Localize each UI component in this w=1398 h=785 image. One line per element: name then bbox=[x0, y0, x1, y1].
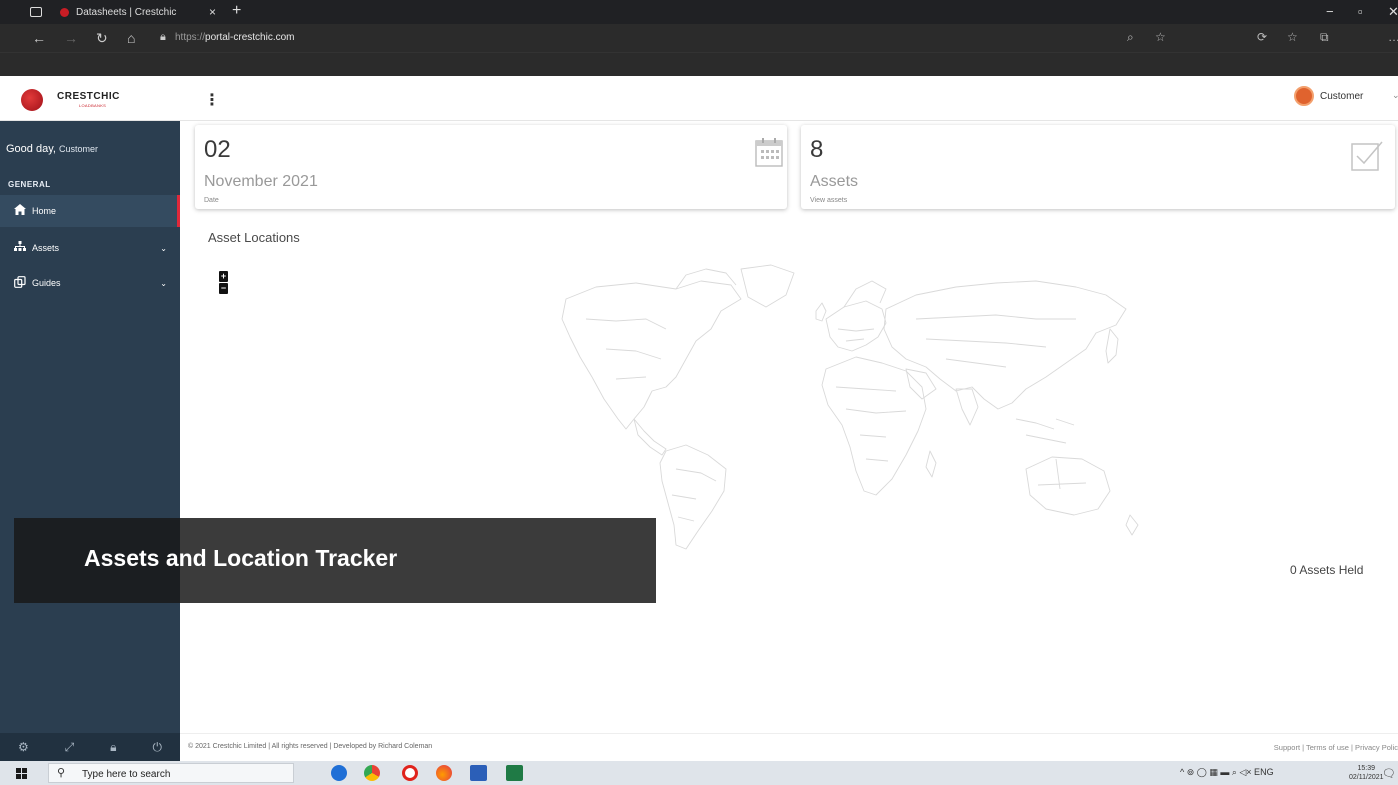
word-icon[interactable] bbox=[470, 765, 487, 781]
crestchic-logo-icon[interactable] bbox=[21, 89, 43, 111]
opera-icon[interactable] bbox=[402, 765, 418, 781]
sidebar-item-assets[interactable]: Assets ⌄ bbox=[0, 232, 180, 264]
greenland bbox=[740, 264, 795, 308]
home-icon bbox=[14, 204, 26, 218]
taskbar-search-input[interactable]: ⚲ Type here to search bbox=[48, 763, 294, 783]
crestchic-favicon-icon bbox=[60, 7, 69, 17]
taskbar-clock[interactable]: 15:39 02/11/2021 bbox=[1349, 764, 1384, 782]
refresh-icon[interactable]: ↻ bbox=[96, 30, 108, 47]
user-name[interactable]: Customer bbox=[1320, 91, 1363, 102]
edge-icon[interactable] bbox=[331, 765, 347, 781]
europe bbox=[825, 300, 887, 352]
map-zoom-controls: + − bbox=[219, 271, 228, 295]
footer-links[interactable]: Support | Terms of use | Privacy Polic bbox=[1274, 743, 1398, 752]
firefox-icon[interactable] bbox=[436, 765, 452, 781]
australia bbox=[1025, 456, 1111, 516]
chevron-down-icon: ⌄ bbox=[160, 243, 167, 253]
search-page-icon[interactable]: ⌕ bbox=[1127, 30, 1134, 45]
chrome-icon[interactable] bbox=[364, 765, 380, 781]
assets-card[interactable]: 8 Assets View assets bbox=[801, 125, 1395, 209]
caption-text: Assets and Location Tracker bbox=[84, 545, 398, 571]
reading-icon[interactable]: ⟳ bbox=[1257, 30, 1267, 44]
favorite-star-icon[interactable]: ☆ bbox=[1155, 30, 1166, 44]
greeting: Good day, Customer bbox=[6, 143, 99, 155]
favorites-bar bbox=[0, 52, 1398, 76]
user-menu-chevron-icon[interactable]: ⌄ bbox=[1392, 90, 1398, 101]
north-america bbox=[561, 280, 742, 430]
url-field[interactable]: https://portal-crestchic.com bbox=[175, 32, 294, 43]
logo-text: CRESTCHIC bbox=[57, 91, 120, 102]
power-icon[interactable]: ⏻ bbox=[152, 740, 162, 755]
home-browser-icon[interactable]: ⌂ bbox=[127, 30, 135, 46]
more-icon[interactable]: … bbox=[1388, 30, 1398, 44]
date-day: 02 bbox=[204, 136, 231, 163]
assets-label: Assets bbox=[810, 173, 859, 190]
sidebar-footer: ⚙ ⤢ 🔒︎ ⏻ bbox=[0, 733, 180, 761]
sidebar-item-home[interactable]: Home bbox=[0, 195, 180, 227]
back-icon[interactable]: ← bbox=[32, 30, 46, 46]
view-assets-link[interactable]: View assets bbox=[810, 197, 847, 204]
zoom-in-button[interactable]: + bbox=[219, 271, 228, 282]
date-month: November 2021 bbox=[204, 173, 318, 190]
address-bar: ← → ↻ ⌂ 🔒︎ https://portal-crestchic.com … bbox=[0, 24, 1398, 52]
menu-toggle-icon[interactable]: ⋮ bbox=[204, 90, 220, 110]
chevron-down-icon: ⌄ bbox=[160, 278, 167, 288]
collections-icon[interactable]: ⧉ bbox=[1320, 30, 1329, 45]
forward-icon[interactable]: → bbox=[64, 30, 78, 46]
main-content: 02 November 2021 Date 8 Assets View asse… bbox=[180, 121, 1398, 733]
minimize-icon[interactable]: − bbox=[1326, 4, 1334, 19]
map-title: Asset Locations bbox=[208, 230, 300, 245]
asia bbox=[883, 280, 1127, 410]
system-tray[interactable]: ^ ⊚ ◯ ▦ ▬ ⌕ ◁× ENG bbox=[1180, 767, 1274, 778]
favorites-icon[interactable]: ☆ bbox=[1287, 30, 1298, 44]
tab-close-icon[interactable]: × bbox=[209, 5, 216, 19]
tab-actions-icon[interactable] bbox=[30, 7, 42, 17]
sidebar: Good day, Customer GENERAL Home Assets ⌄… bbox=[0, 121, 180, 733]
zoom-out-button[interactable]: − bbox=[219, 283, 228, 294]
notification-icon[interactable]: 🗨︎ bbox=[1382, 767, 1396, 780]
windows-taskbar: ⚲ Type here to search ^ ⊚ ◯ ▦ ▬ ⌕ ◁× ENG… bbox=[0, 761, 1398, 785]
lock-icon: 🔒︎ bbox=[160, 31, 166, 43]
copy-icon bbox=[14, 275, 26, 291]
browser-tab[interactable]: Datasheets | Crestchic × bbox=[50, 0, 220, 24]
page-footer: © 2021 Crestchic Limited | All rights re… bbox=[180, 733, 1398, 761]
logo-subtitle: LOADBANKS bbox=[79, 103, 107, 108]
date-caption: Date bbox=[204, 197, 219, 204]
app-header: CRESTCHIC LOADBANKS ⋮ Customer ⌄ bbox=[0, 76, 1398, 121]
date-card: 02 November 2021 Date bbox=[195, 125, 787, 209]
checkbox-icon bbox=[1351, 139, 1383, 176]
restore-icon[interactable]: ▫ bbox=[1358, 4, 1363, 19]
south-america bbox=[659, 444, 727, 550]
sidebar-item-guides[interactable]: Guides ⌄ bbox=[0, 267, 180, 299]
browser-tab-bar: Datasheets | Crestchic × + − ▫ ✕ bbox=[0, 0, 1398, 24]
search-icon: ⚲ bbox=[57, 767, 66, 779]
new-tab-button[interactable]: + bbox=[232, 2, 241, 20]
fullscreen-icon[interactable]: ⤢ bbox=[65, 740, 75, 755]
assets-count: 8 bbox=[810, 136, 824, 163]
africa bbox=[821, 356, 927, 496]
tab-title: Datasheets | Crestchic bbox=[76, 6, 177, 18]
excel-icon[interactable] bbox=[506, 765, 523, 781]
section-general: GENERAL bbox=[8, 180, 51, 189]
avatar[interactable] bbox=[1294, 86, 1314, 106]
calendar-icon bbox=[755, 137, 783, 172]
sitemap-icon bbox=[14, 241, 26, 255]
copyright-text: © 2021 Crestchic Limited | All rights re… bbox=[188, 743, 433, 750]
lock-screen-icon[interactable]: 🔒︎ bbox=[110, 740, 116, 755]
video-caption-overlay: Assets and Location Tracker bbox=[14, 518, 656, 603]
settings-icon[interactable]: ⚙ bbox=[18, 740, 29, 754]
windows-start-icon[interactable] bbox=[16, 768, 27, 779]
close-window-icon[interactable]: ✕ bbox=[1388, 4, 1398, 20]
assets-held-count: 0 Assets Held bbox=[1290, 563, 1364, 577]
world-map[interactable] bbox=[526, 259, 1166, 559]
